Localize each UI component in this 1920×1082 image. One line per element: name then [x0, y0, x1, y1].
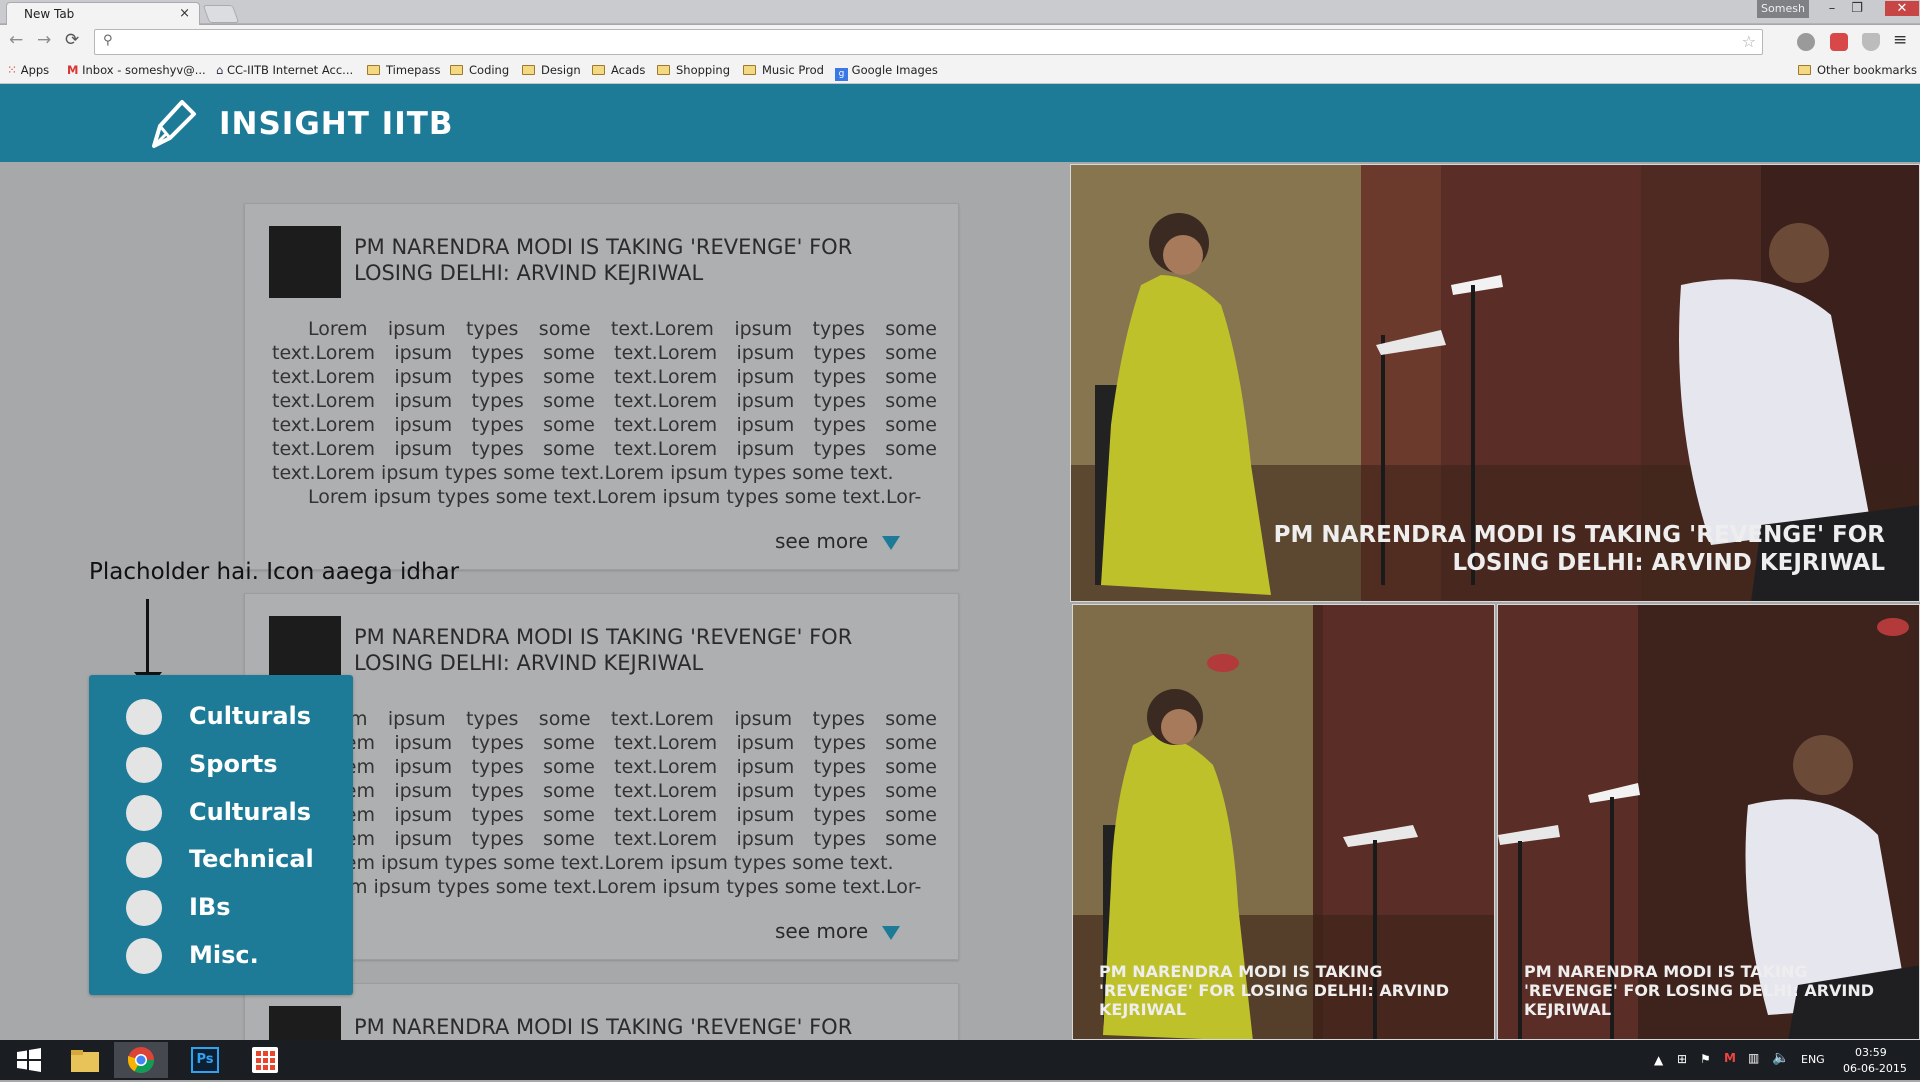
- file-explorer-icon[interactable]: [58, 1042, 112, 1078]
- article-title[interactable]: PM NARENDRA MODI IS TAKING 'REVENGE' FOR…: [354, 234, 914, 286]
- address-bar[interactable]: ⚲ ☆: [94, 29, 1763, 55]
- gmail-icon: M: [67, 63, 79, 77]
- annotation-arrow: [146, 599, 149, 679]
- bookmark-apps[interactable]: ⁙ Apps: [7, 63, 49, 77]
- extension-download-icon[interactable]: [1797, 33, 1815, 51]
- featured-main-caption[interactable]: PM NARENDRA MODI IS TAKING 'REVENGE' FOR…: [1265, 521, 1885, 577]
- menu-icon[interactable]: ≡: [1893, 30, 1907, 50]
- close-window-button[interactable]: ✕: [1885, 1, 1919, 16]
- tab-close-icon[interactable]: ×: [179, 6, 190, 21]
- bookmark-cc-iitb[interactable]: ⌂ CC-IITB Internet Acc...: [216, 63, 353, 77]
- bookmark-timepass[interactable]: Timepass: [367, 63, 440, 77]
- article-body: Lorem ipsum types some text.Lorem ipsum …: [272, 708, 937, 898]
- category-panel: Culturals Sports Culturals Technical IBs…: [89, 675, 353, 995]
- tab-title: New Tab: [24, 7, 75, 21]
- category-placeholder-icon: [126, 747, 162, 783]
- pen-logo-icon[interactable]: [146, 96, 200, 150]
- article-body: Lorem ipsum types some text.Lorem ipsum …: [272, 318, 937, 508]
- featured-right-photo[interactable]: PM NARENDRA MODI IS TAKING 'REVENGE' FOR…: [1497, 604, 1920, 1040]
- category-placeholder-icon: [126, 795, 162, 831]
- category-placeholder-icon: [126, 938, 162, 974]
- folder-icon: [367, 65, 380, 75]
- network-icon: ⌂: [216, 63, 224, 77]
- restore-button[interactable]: ❐: [1846, 1, 1868, 16]
- new-tab-button[interactable]: [202, 5, 240, 23]
- triangle-down-icon: [882, 926, 901, 940]
- volume-icon[interactable]: 🔈: [1772, 1050, 1789, 1066]
- apps-icon[interactable]: [239, 1042, 293, 1078]
- featured-right-caption[interactable]: PM NARENDRA MODI IS TAKING 'REVENGE' FOR…: [1524, 962, 1904, 1019]
- bookmarks-bar: ⁙ Apps M Inbox - someshyv@... ⌂ CC-IITB …: [0, 59, 1920, 84]
- folder-icon: [592, 65, 605, 75]
- language-indicator[interactable]: ENG: [1801, 1053, 1825, 1066]
- chrome-icon[interactable]: [114, 1042, 168, 1078]
- network-icon[interactable]: ▥: [1748, 1051, 1759, 1065]
- bookmark-shopping[interactable]: Shopping: [657, 63, 730, 77]
- article-title[interactable]: PM NARENDRA MODI IS TAKING 'REVENGE' FOR: [354, 1014, 914, 1040]
- site-header: INSIGHT IITB: [0, 84, 1920, 162]
- back-icon[interactable]: ←: [9, 30, 23, 50]
- google-icon: g: [835, 68, 848, 81]
- bookmark-music-prod[interactable]: Music Prod: [743, 63, 824, 77]
- clock-time[interactable]: 03:59: [1855, 1046, 1887, 1059]
- bookmark-acads[interactable]: Acads: [592, 63, 645, 77]
- photoshop-icon[interactable]: Ps: [178, 1042, 232, 1078]
- see-more-button[interactable]: see more: [775, 919, 901, 943]
- see-more-button[interactable]: see more: [775, 529, 901, 553]
- folder-icon: [743, 65, 756, 75]
- profile-badge[interactable]: Somesh: [1757, 0, 1809, 18]
- clock-date[interactable]: 06-06-2015: [1843, 1062, 1907, 1075]
- bookmark-design[interactable]: Design: [522, 63, 581, 77]
- tray-windows-icon[interactable]: ⊞: [1677, 1052, 1687, 1066]
- extension-record-icon[interactable]: [1830, 33, 1848, 51]
- windows-taskbar: Ps ▲ ⊞ ⚑ M ▥ 🔈 ENG 03:59 06-06-2015: [0, 1040, 1920, 1080]
- bookmark-star-icon[interactable]: ☆: [1742, 32, 1756, 51]
- browser-titlebar: New Tab × Somesh – ❐ ✕: [0, 0, 1920, 25]
- browser-tab[interactable]: New Tab ×: [6, 2, 200, 25]
- folder-icon: [1798, 65, 1811, 75]
- forward-icon[interactable]: →: [37, 30, 51, 50]
- search-icon: ⚲: [103, 33, 113, 48]
- other-bookmarks[interactable]: Other bookmarks: [1798, 63, 1917, 77]
- start-icon[interactable]: [2, 1042, 56, 1078]
- tray-expand-icon[interactable]: ▲: [1654, 1053, 1663, 1067]
- triangle-down-icon: [882, 536, 901, 550]
- category-placeholder-icon: [126, 842, 162, 878]
- action-center-flag-icon[interactable]: ⚑: [1700, 1052, 1711, 1066]
- folder-icon: [657, 65, 670, 75]
- category-placeholder-icon: [126, 890, 162, 926]
- bookmark-coding[interactable]: Coding: [450, 63, 509, 77]
- minimize-button[interactable]: –: [1821, 1, 1843, 16]
- reload-icon[interactable]: ⟳: [65, 30, 79, 50]
- bookmark-google-images[interactable]: g Google Images: [835, 63, 938, 81]
- featured-left-caption[interactable]: PM NARENDRA MODI IS TAKING 'REVENGE' FOR…: [1099, 962, 1479, 1019]
- browser-toolbar: ← → ⟳ ⚲ ☆ ≡: [0, 25, 1920, 59]
- bookmark-inbox[interactable]: M Inbox - someshyv@...: [67, 63, 206, 77]
- site-title[interactable]: INSIGHT IITB: [219, 106, 454, 142]
- placeholder-annotation: Placholder hai. Icon aaega idhar: [89, 559, 460, 585]
- apps-grid-icon: ⁙: [7, 63, 18, 77]
- article-card: PM NARENDRA MODI IS TAKING 'REVENGE' FOR…: [244, 203, 959, 570]
- article-title[interactable]: PM NARENDRA MODI IS TAKING 'REVENGE' FOR…: [354, 624, 914, 676]
- category-placeholder-icon: [126, 699, 162, 735]
- featured-main-photo[interactable]: PM NARENDRA MODI IS TAKING 'REVENGE' FOR…: [1070, 164, 1920, 602]
- folder-icon: [522, 65, 535, 75]
- article-thumbnail[interactable]: [269, 226, 341, 298]
- folder-icon: [450, 65, 463, 75]
- tray-gmail-icon[interactable]: M: [1724, 1051, 1736, 1065]
- featured-left-photo[interactable]: PM NARENDRA MODI IS TAKING 'REVENGE' FOR…: [1072, 604, 1495, 1040]
- extension-shield-icon[interactable]: [1862, 33, 1880, 51]
